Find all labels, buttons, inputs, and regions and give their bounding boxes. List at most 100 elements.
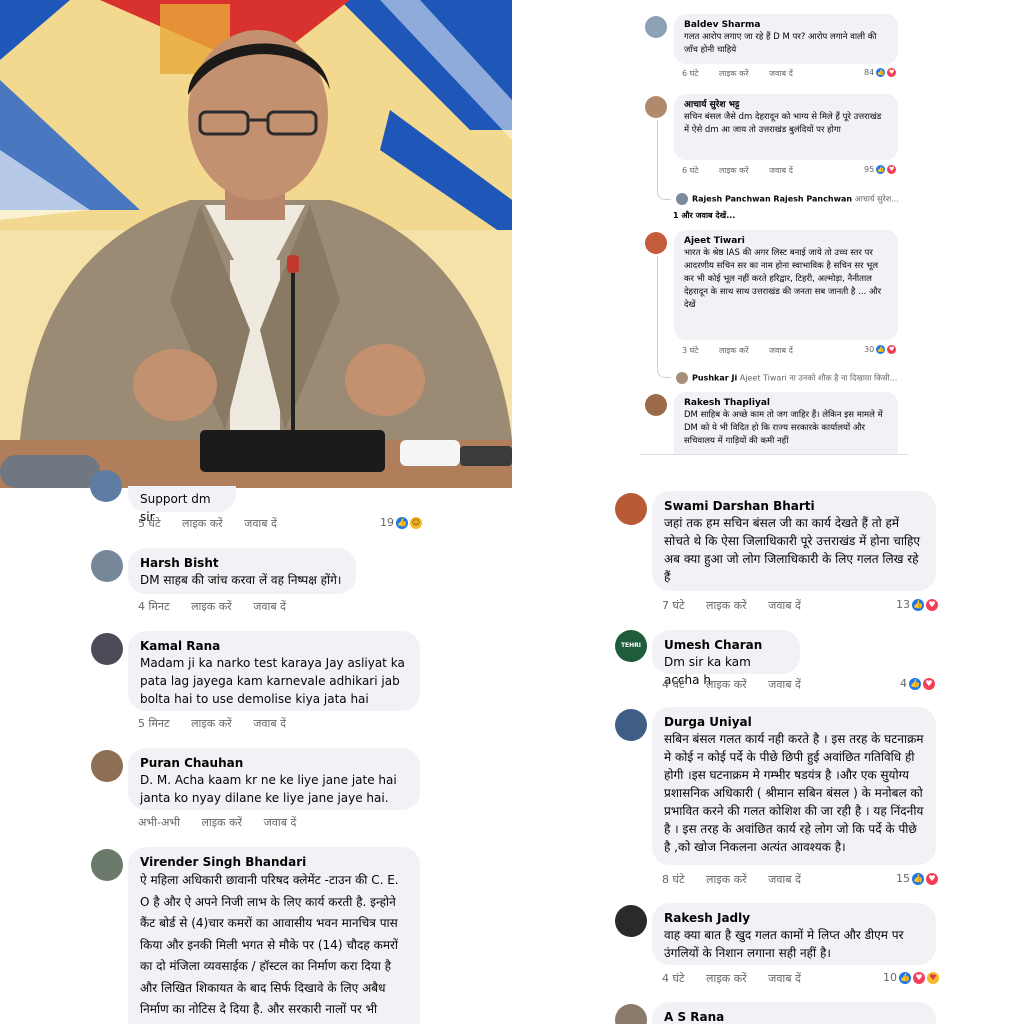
reply-link[interactable]: जवाब दें [253,600,286,613]
love-reaction-icon: ♥ [887,165,897,174]
love-reaction-icon: ♥ [887,345,897,354]
comment-time[interactable]: 6 घंटे [682,69,698,78]
comment-bubble: Support dm sir [128,486,236,524]
like-reaction-icon: 👍 [909,677,921,690]
comment-actions: 4 घंटे लाइक करें जवाब दें [662,971,819,986]
reaction-summary[interactable]: 4 👍 ♥ [900,677,935,690]
reaction-count: 4 [900,677,907,690]
commenter-name[interactable]: आचार्य सुरेश भट्ट [684,99,888,111]
commenter-name[interactable]: Durga Uniyal [664,714,924,730]
comment-time[interactable]: 4 मिनट [138,600,170,613]
comment-time[interactable]: 5 घंटे [138,517,161,530]
like-link[interactable]: लाइक करें [706,972,747,985]
avatar[interactable] [615,493,647,525]
like-link[interactable]: लाइक करें [201,816,242,829]
commenter-name[interactable]: Baldev Sharma [684,19,888,31]
commenter-name[interactable]: Rakesh Thapliyal [684,397,888,409]
comment-time[interactable]: 7 घंटे [662,599,685,612]
avatar[interactable] [645,394,667,416]
avatar[interactable] [615,709,647,741]
view-more-replies-link[interactable]: 1 और जवाब देखें... [673,210,735,221]
avatar[interactable] [91,550,123,582]
reaction-summary[interactable]: 15 👍 ♥ [896,872,938,885]
like-reaction-icon: 👍 [912,598,924,611]
reaction-summary[interactable]: 95 👍 ♥ [864,165,897,174]
reply-link[interactable]: जवाब दें [264,816,297,829]
commenter-name[interactable]: Kamal Rana [140,638,408,654]
comment-time[interactable]: 4 घंटे [662,972,685,985]
like-link[interactable]: लाइक करें [191,717,232,730]
comment-time[interactable]: 8 घंटे [662,873,685,886]
comment-time[interactable]: 6 घंटे [682,166,698,175]
avatar[interactable] [645,232,667,254]
comment-text: DM साहिब के अच्छे काम तो जग जाहिर हैं। ल… [684,410,883,446]
reaction-count: 30 [864,345,875,354]
reaction-summary[interactable]: 84 👍 ♥ [864,68,897,77]
reaction-summary[interactable]: 10 👍 ♥ ♥ [883,971,939,984]
comment-text: Madam ji ka narko test karaya Jay asliya… [140,656,405,706]
commenter-name[interactable]: Umesh Charan [664,637,788,653]
reply-link[interactable]: जवाब दें [244,517,277,530]
comment-actions: 4 घंटे लाइक करें जवाब दें [662,677,819,692]
comment-actions: 8 घंटे लाइक करें जवाब दें [662,872,819,887]
reply-link[interactable]: जवाब दें [768,678,801,691]
like-link[interactable]: लाइक करें [719,166,749,175]
comment-actions: 3 घंटे लाइक करें जवाब दें [682,345,811,356]
reply-link[interactable]: जवाब दें [768,972,801,985]
reaction-summary[interactable]: 30 👍 ♥ [864,345,897,354]
comment-bubble: Kamal Rana Madam ji ka narko test karaya… [128,631,420,711]
commenter-name[interactable]: A S Rana [664,1009,924,1024]
commenter-name[interactable]: Ajeet Tiwari [684,235,888,247]
avatar[interactable] [91,633,123,665]
comment-text: जहां तक हम सचिन बंसल जी का कार्य देखते ह… [664,516,921,584]
avatar[interactable] [615,905,647,937]
comment-time[interactable]: 5 मिनट [138,717,170,730]
reply-author: Rajesh Panchwan Rajesh Panchwan [692,194,853,204]
reply-preview[interactable]: Rajesh Panchwan Rajesh Panchwan आचार्य स… [676,193,899,205]
comment-time[interactable]: 3 घंटे [682,346,698,355]
comment-text: सचिन बंसल जैसे dm देहरादून को भाग्य से म… [684,112,882,135]
crop-edge [640,454,908,455]
commenter-name[interactable]: Puran Chauhan [140,755,408,771]
avatar[interactable] [91,849,123,881]
reply-link[interactable]: जवाब दें [768,599,801,612]
reaction-summary[interactable]: 13 👍 ♥ [896,598,938,611]
reply-link[interactable]: जवाब दें [769,346,793,355]
commenter-name[interactable]: Swami Darshan Bharti [664,498,924,514]
commenter-name[interactable]: Virender Singh Bhandari [140,854,408,870]
like-link[interactable]: लाइक करें [706,678,747,691]
reply-link[interactable]: जवाब दें [769,166,793,175]
like-link[interactable]: लाइक करें [719,346,749,355]
reaction-summary[interactable]: 19 👍 ☺ [380,516,422,529]
comment-bubble: Rakesh Thapliyal DM साहिब के अच्छे काम त… [674,392,898,454]
like-link[interactable]: लाइक करें [706,873,747,886]
avatar[interactable]: TEHRI [615,630,647,662]
comment-text: गलत आरोप लगाए जा रहे हैं D M पर? आरोप लग… [684,32,877,55]
avatar[interactable] [615,1004,647,1024]
avatar[interactable] [645,96,667,118]
reply-author: Pushkar Ji [692,373,738,383]
like-link[interactable]: लाइक करें [191,600,232,613]
reply-link[interactable]: जवाब दें [769,69,793,78]
reaction-count: 13 [896,598,910,611]
avatar [676,372,688,384]
reply-link[interactable]: जवाब दें [253,717,286,730]
reply-preview[interactable]: Pushkar Ji Ajeet Tiwari ना उनको शौक है न… [676,372,897,384]
avatar[interactable] [91,750,123,782]
reply-snippet: Ajeet Tiwari ना उनको शौक है ना दिखावा कि… [739,373,898,383]
reply-link[interactable]: जवाब दें [768,873,801,886]
reply-thread-line [657,256,671,378]
like-link[interactable]: लाइक करें [719,69,749,78]
reply-thread-line [657,120,671,200]
like-link[interactable]: लाइक करें [706,599,747,612]
avatar[interactable] [90,470,122,502]
commenter-name[interactable]: Harsh Bisht [140,555,344,571]
comment-time[interactable]: अभी-अभी [138,816,180,829]
comment-bubble: Virender Singh Bhandari ऐ महिला अधिकारी … [128,847,420,1024]
comment-bubble: Swami Darshan Bharti जहां तक हम सचिन बंस… [652,491,936,591]
like-link[interactable]: लाइक करें [182,517,223,530]
avatar[interactable] [645,16,667,38]
comment-time[interactable]: 4 घंटे [662,678,685,691]
commenter-name[interactable]: Rakesh Jadly [664,910,924,926]
reaction-count: 15 [896,872,910,885]
